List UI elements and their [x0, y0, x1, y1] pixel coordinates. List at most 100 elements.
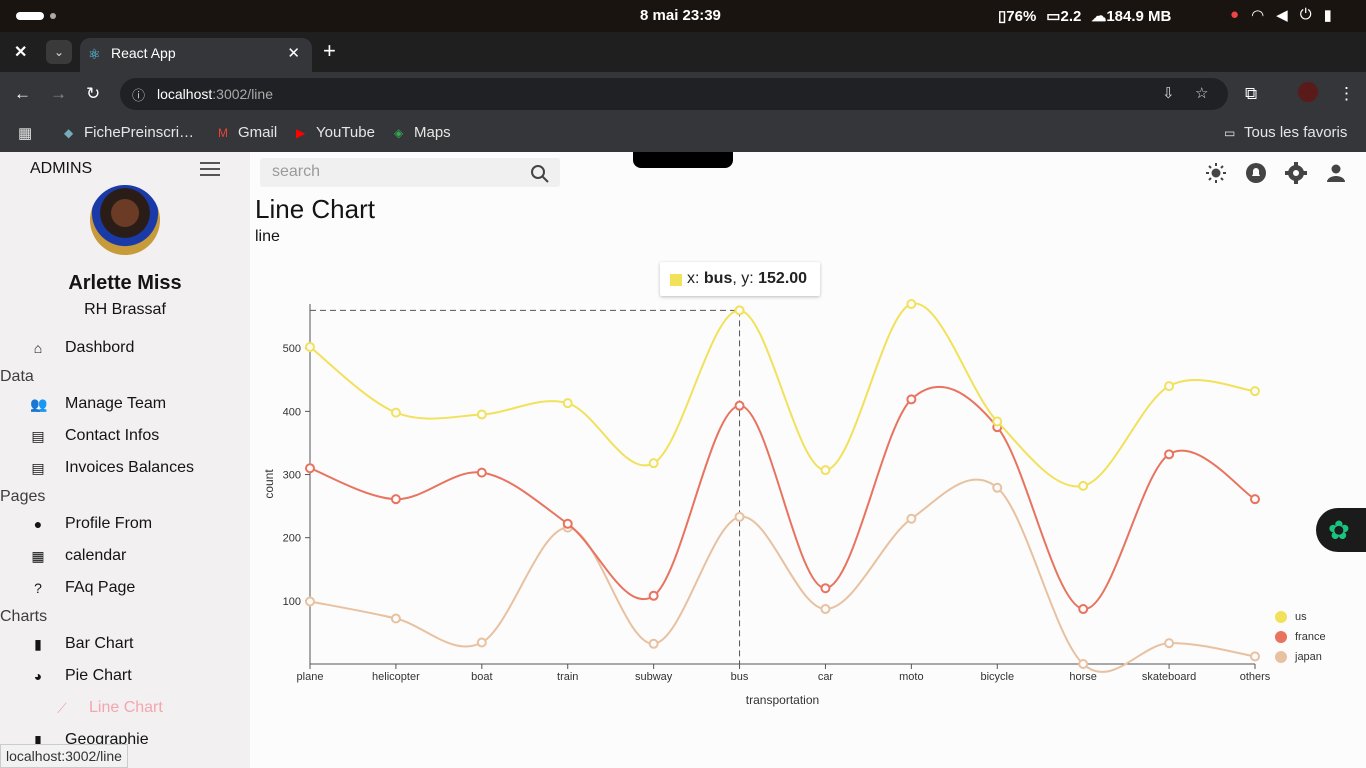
line-chart[interactable]: 100 200 300 400 500 plane helicopter boat train s… [250, 252, 1310, 722]
settings-icon[interactable] [1285, 162, 1307, 184]
chatgpt-icon: ✿ [1328, 515, 1350, 545]
data-point-us [992, 416, 1003, 427]
install-app-icon[interactable]: ⇩ [1162, 84, 1175, 102]
chatgpt-floating-button[interactable]: ✿ [1316, 508, 1366, 552]
line-chart-icon: ⟋ [57, 700, 67, 716]
sidebar-item-bar-chart[interactable]: ▮ Bar Chart [30, 632, 133, 656]
page-title: Line Chart [255, 194, 375, 224]
sidebar-item-pie-chart[interactable]: ◕ Pie Chart [30, 664, 132, 688]
x-tick-label: skateboard [1142, 671, 1196, 683]
series-line-us [309, 302, 1256, 488]
light-mode-icon[interactable] [1205, 162, 1227, 184]
memory-stat: ☁184.9 MB [1091, 8, 1172, 25]
sidebar-item-dashboard[interactable]: ⌂ Dashbord [30, 336, 135, 360]
system-clock[interactable]: 8 mai 23:39 [640, 7, 721, 24]
maps-icon: ◈ [394, 125, 404, 140]
sidebar-item-line-chart[interactable]: ⟋ Line Chart [54, 696, 163, 720]
reload-icon[interactable]: ↻ [86, 84, 100, 104]
cloud-icon: ☁ [1091, 8, 1107, 25]
app-indicator-icon[interactable]: ● [1230, 6, 1239, 24]
cpu-stat: ▭2.2 [1046, 8, 1082, 25]
bookmark-fiche[interactable]: ◆ FichePreinscri… [64, 124, 194, 141]
sidebar-item-profile[interactable]: ● Profile From [30, 512, 152, 536]
data-point-france [734, 400, 745, 411]
tooltip-swatch [670, 274, 682, 286]
sidebar: ADMINS Arlette Miss RH Brassaf ⌂ Dashbord… [0, 152, 250, 768]
search-box [260, 158, 560, 187]
close-tab-icon[interactable]: ✕ [287, 44, 300, 62]
sidebar-item-calendar[interactable]: ▦ calendar [30, 544, 126, 568]
hamburger-menu-icon[interactable] [200, 162, 220, 180]
cube-icon: ◆ [64, 125, 74, 140]
power-icon[interactable]: ⏻ [1300, 6, 1312, 24]
data-point-france [390, 494, 401, 505]
battery-tray-icon[interactable]: ▮ [1324, 6, 1332, 24]
profile-icon[interactable] [1325, 162, 1347, 184]
data-point-japan [305, 596, 315, 607]
site-info-icon[interactable]: ⓘ [132, 85, 145, 104]
profile-avatar-icon[interactable] [1298, 82, 1318, 102]
x-tick-label: moto [899, 671, 923, 683]
search-input[interactable] [272, 163, 512, 181]
data-point-us [562, 398, 573, 409]
monitor-icon: ▭ [1046, 8, 1061, 25]
address-bar[interactable]: ⓘ localhost:3002/line ⇩ ☆ [120, 78, 1228, 110]
sidebar-item-invoices[interactable]: ▤ Invoices Balances [30, 456, 194, 480]
legend-item-japan[interactable]: japan [1275, 647, 1326, 667]
user-name: Arlette Miss [68, 272, 182, 294]
data-point-japan [992, 482, 1003, 493]
activities-indicator[interactable] [16, 12, 44, 20]
extensions-icon[interactable]: ⧉ [1245, 84, 1257, 104]
calendar-icon: ▦ [31, 548, 45, 564]
url-text[interactable]: localhost:3002/line [157, 86, 273, 102]
data-point-france [906, 394, 917, 405]
bookmark-gmail[interactable]: M Gmail [218, 124, 277, 141]
youtube-icon: ▶ [296, 125, 306, 140]
data-point-japan [1078, 659, 1089, 669]
data-point-us [648, 458, 659, 469]
sidebar-item-team[interactable]: 👥 Manage Team [30, 392, 166, 416]
pie-chart-icon: ◕ [33, 668, 43, 684]
x-tick-label: bicycle [980, 671, 1014, 683]
bookmark-star-icon[interactable]: ☆ [1195, 84, 1208, 102]
data-point-france [648, 590, 659, 601]
sidebar-item-contacts[interactable]: ▤ Contact Infos [30, 424, 159, 448]
legend-item-france[interactable]: france [1275, 627, 1326, 647]
all-bookmarks[interactable]: ▭ Tous les favoris [1224, 124, 1347, 141]
wifi-icon[interactable]: ◠ [1251, 6, 1264, 24]
data-point-us [906, 299, 917, 309]
data-point-france [1164, 449, 1175, 460]
tab-search-button[interactable]: ⌄ [46, 40, 72, 64]
forward-icon[interactable]: → [50, 84, 67, 104]
person-icon: ● [33, 516, 43, 532]
volume-icon[interactable]: ◀ [1276, 6, 1288, 24]
data-point-france [1078, 604, 1089, 615]
back-icon[interactable]: ← [14, 84, 31, 104]
notifications-icon[interactable] [1245, 162, 1267, 184]
more-menu-icon[interactable]: ⋮ [1338, 84, 1355, 104]
sidebar-item-faq[interactable]: ? FAq Page [30, 576, 135, 600]
close-window-icon[interactable]: ✕ [14, 42, 27, 62]
section-charts: Charts [0, 608, 48, 625]
section-data: Data [0, 368, 34, 385]
legend-item-us[interactable]: us [1275, 607, 1326, 627]
status-link-preview: localhost:3002/line [0, 744, 128, 768]
data-point-japan [390, 613, 401, 624]
browser-toolbar: ← → ↻ ⓘ localhost:3002/line ⇩ ☆ ⧉ ⋮ [0, 72, 1366, 116]
x-tick-label: horse [1069, 671, 1097, 683]
folder-icon: ▭ [1224, 125, 1236, 140]
apps-grid-icon[interactable]: ▦ [18, 124, 32, 142]
user-role: RH Brassaf [84, 301, 166, 318]
tab-react-app[interactable]: ⚛ React App ✕ [80, 38, 312, 74]
brand-title: ADMINS [30, 160, 93, 177]
x-tick-label: others [1240, 671, 1271, 683]
bookmark-maps[interactable]: ◈ Maps [394, 124, 451, 141]
data-point-france [562, 518, 573, 529]
new-tab-button[interactable]: + [323, 38, 336, 64]
system-stats: ▯76% ▭2.2 ☁184.9 MB [998, 7, 1171, 25]
tooltip-prefix: x: [687, 270, 704, 287]
tab-title: React App [111, 45, 176, 61]
search-icon[interactable] [530, 164, 550, 189]
people-icon: 👥 [30, 396, 48, 412]
bookmark-youtube[interactable]: ▶ YouTube [296, 124, 375, 141]
